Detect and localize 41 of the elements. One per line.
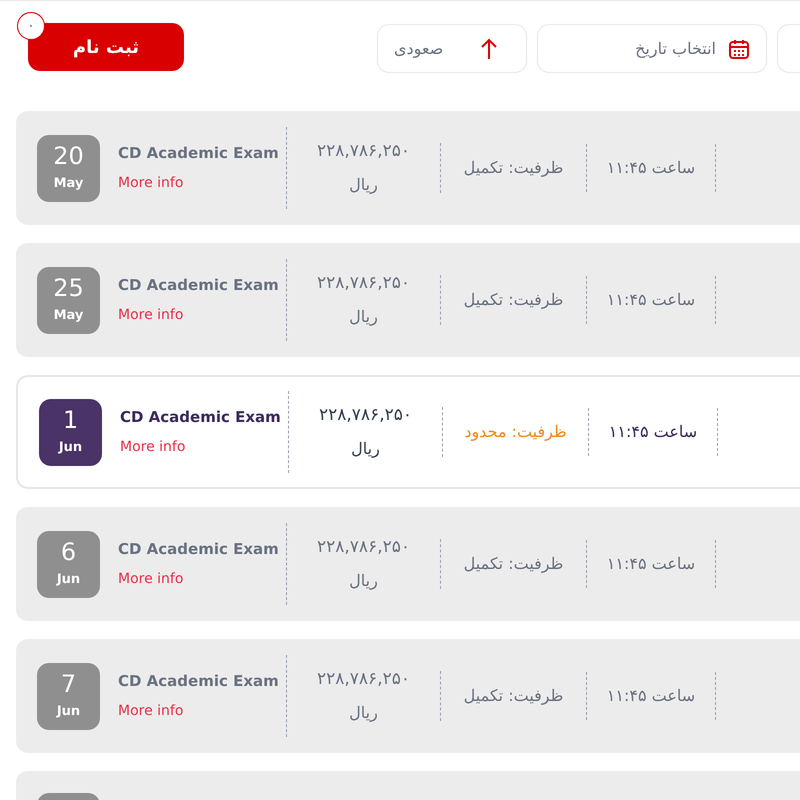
exam-time: ساعت ۱۱:۴۵ (606, 289, 696, 311)
day-number: 7 (60, 670, 76, 698)
price: ۲۲۸,۷۸۶,۲۵۰ (317, 668, 410, 692)
more-info-link[interactable]: More info (120, 436, 186, 458)
currency: ریال (349, 570, 378, 592)
currency: ریال (349, 174, 378, 196)
exam-title: CD Academic Exam (118, 671, 280, 692)
capacity-status: ظرفیت: تکمیل (464, 553, 564, 575)
day-number: 1 (62, 406, 78, 434)
price: ۲۲۸,۷۸۶,۲۵۰ (319, 404, 412, 428)
exam-time: ساعت ۱۱:۴۵ (608, 421, 698, 443)
month-label: Jun (56, 703, 80, 722)
arrow-up-icon (480, 38, 498, 60)
price: ۲۲۸,۷۸۶,۲۵۰ (317, 272, 410, 296)
day-number: 20 (53, 142, 84, 170)
currency: ریال (349, 702, 378, 724)
price: ۲۲۸,۷۸۶,۲۵۰ (317, 140, 410, 164)
count-badge: ۰ (17, 12, 45, 40)
month-label: Jun (58, 439, 82, 458)
calendar-icon (728, 38, 750, 60)
day-number: 25 (53, 274, 84, 302)
exam-time: ساعت ۱۱:۴۵ (606, 685, 696, 707)
month-label: May (54, 307, 84, 326)
capacity-status: ظرفیت: محدود (464, 421, 567, 443)
exam-title: CD Academic Exam (118, 539, 280, 560)
day-number: 6 (60, 538, 76, 566)
month-label: May (54, 175, 84, 194)
month-label: Jun (56, 571, 80, 590)
price: ۲۲۸,۷۸۶,۲۵۰ (317, 536, 410, 560)
exam-title: CD Academic Exam (118, 143, 280, 164)
date-picker-button[interactable]: انتخاب تاریخ (537, 24, 767, 73)
capacity-status: ظرفیت: تکمیل (464, 685, 564, 707)
currency: ریال (349, 306, 378, 328)
currency: ریال (351, 438, 380, 460)
capacity-status: ظرفیت: تکمیل (464, 157, 564, 179)
exam-title: CD Academic Exam (120, 407, 282, 428)
exam-time: ساعت ۱۱:۴۵ (606, 157, 696, 179)
exam-time: ساعت ۱۱:۴۵ (606, 553, 696, 575)
exam-title: CD Academic Exam (118, 275, 280, 296)
sort-button[interactable]: صعودی (377, 24, 527, 73)
capacity-status: ظرفیت: تکمیل (464, 289, 564, 311)
